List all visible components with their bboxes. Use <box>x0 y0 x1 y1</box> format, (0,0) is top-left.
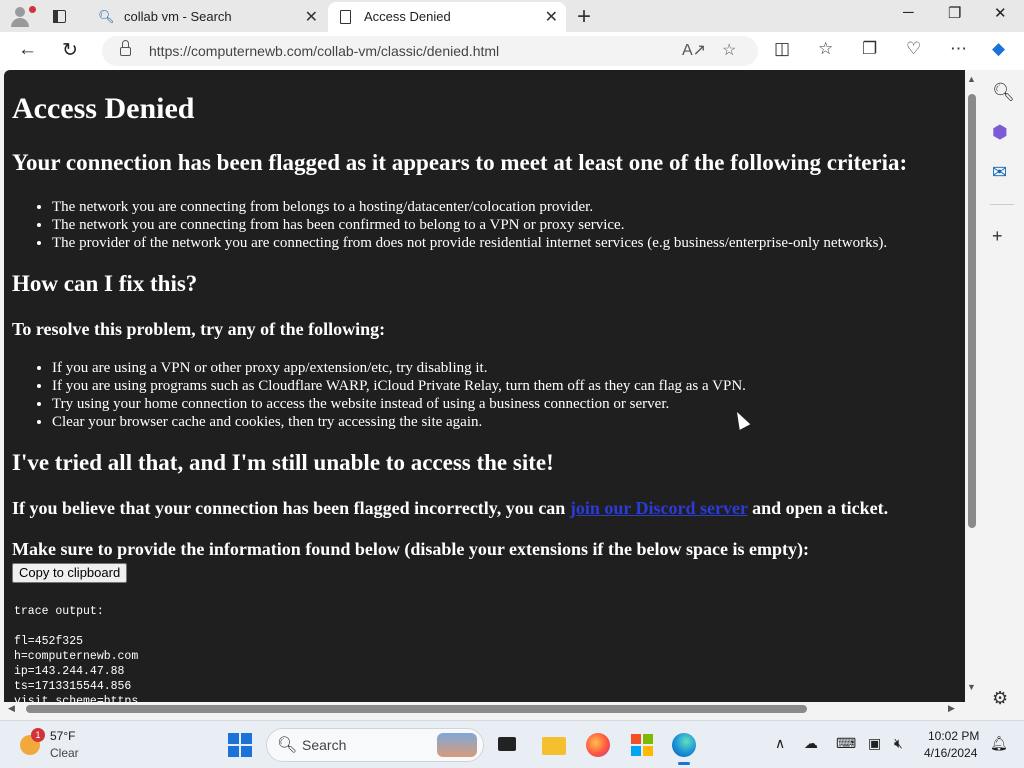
refresh-icon[interactable]: ↻ <box>62 39 78 62</box>
more-options-icon[interactable]: ⋯ <box>950 39 967 59</box>
favorite-star-icon[interactable]: ☆ <box>722 40 736 60</box>
page-icon <box>340 10 351 24</box>
edge-icon[interactable] <box>670 731 698 765</box>
sidebar-divider <box>990 204 1014 205</box>
close-window-icon[interactable]: ✕ <box>994 4 1007 22</box>
search-icon[interactable]: 🔍︎ <box>992 82 1015 103</box>
scroll-left-icon[interactable]: ◀ <box>8 703 15 714</box>
outlook-icon[interactable]: ✉ <box>992 162 1007 183</box>
clock-time[interactable]: 10:02 PM <box>928 729 979 743</box>
tab-strip: 🔍︎ collab vm - Search ✕ Access Denied ✕ … <box>0 0 1024 32</box>
clock-date[interactable]: 4/16/2024 <box>924 746 977 760</box>
copilot-icon[interactable]: ◆ <box>992 39 1005 59</box>
horizontal-scrollbar[interactable]: ◀ ▶ <box>4 702 965 716</box>
fix-heading: How can I fix this? <box>12 271 198 296</box>
list-item: If you are using a VPN or other proxy ap… <box>52 359 746 377</box>
show-hidden-icons-icon[interactable]: ∧ <box>775 735 785 752</box>
search-label: Search <box>302 737 347 753</box>
horizontal-scroll-thumb[interactable] <box>26 705 807 713</box>
flagged-heading: Your connection has been flagged as it a… <box>12 150 908 175</box>
list-item: Try using your home connection to access… <box>52 395 746 413</box>
list-item: Clear your browser cache and cookies, th… <box>52 413 746 431</box>
still-unable-heading: I've tried all that, and I'm still unabl… <box>12 450 554 475</box>
search-highlight-image <box>437 733 477 757</box>
tab-title: collab vm - Search <box>124 9 232 24</box>
notifications-bell-icon[interactable]: 🔔︎ <box>990 735 1008 752</box>
taskbar-search[interactable]: 🔍︎ Search <box>266 728 484 762</box>
address-bar[interactable]: https://computernewb.com/collab-vm/class… <box>102 36 758 66</box>
minimize-icon[interactable]: ─ <box>903 4 914 21</box>
restore-icon[interactable]: ❐ <box>948 4 961 22</box>
onedrive-icon[interactable]: ☁ <box>804 735 818 752</box>
read-aloud-icon[interactable]: A↗ <box>682 40 706 60</box>
microsoft-store-icon[interactable] <box>628 731 656 759</box>
settings-gear-icon[interactable]: ⚙ <box>992 688 1008 709</box>
windows-start-icon[interactable] <box>228 733 252 757</box>
criteria-list: The network you are connecting from belo… <box>52 198 887 252</box>
fixes-list: If you are using a VPN or other proxy ap… <box>52 359 746 431</box>
discord-link[interactable]: join our Discord server <box>570 498 748 518</box>
close-tab-icon[interactable]: ✕ <box>545 7 558 27</box>
tab-access-denied[interactable]: Access Denied ✕ <box>328 2 566 32</box>
tab-search[interactable]: 🔍︎ collab vm - Search ✕ <box>88 2 326 32</box>
close-tab-icon[interactable]: ✕ <box>305 7 318 27</box>
favorites-icon[interactable]: ☆ <box>818 39 833 59</box>
browser-essentials-icon[interactable]: ♡ <box>906 39 921 59</box>
collections-icon[interactable]: ❐ <box>862 39 877 59</box>
trace-output: trace output: fl=452f325 h=computernewb.… <box>14 605 139 702</box>
incorrect-flag-paragraph: If you believe that your connection has … <box>12 498 888 519</box>
weather-condition[interactable]: Clear <box>50 746 79 760</box>
search-icon: 🔍︎ <box>277 737 298 754</box>
lock-icon[interactable] <box>120 40 131 56</box>
tab-title: Access Denied <box>364 9 451 24</box>
split-screen-icon[interactable]: ◫ <box>774 39 790 59</box>
taskbar: 1 57°F Clear 🔍︎ Search ∧ ☁ ⌨ ▣ 🔇︎ 10:02 … <box>0 720 1024 768</box>
search-icon: 🔍︎ <box>98 9 115 24</box>
page-viewport: Access Denied Your connection has been f… <box>4 70 965 702</box>
copilot-sidebar-icon[interactable]: ⬢ <box>992 122 1008 143</box>
file-explorer-icon[interactable] <box>540 731 568 759</box>
scroll-right-icon[interactable]: ▶ <box>948 703 955 714</box>
incorrect-text-end: and open a ticket. <box>747 498 889 518</box>
weather-temperature[interactable]: 57°F <box>50 729 75 743</box>
vertical-scroll-thumb[interactable] <box>968 94 976 528</box>
provide-info-heading: Make sure to provide the information fou… <box>12 539 810 559</box>
list-item: The network you are connecting from belo… <box>52 198 887 216</box>
weather-badge: 1 <box>31 728 45 742</box>
vertical-scrollbar[interactable]: ▲ ▼ <box>965 70 979 702</box>
list-item: If you are using programs such as Cloudf… <box>52 377 746 395</box>
scroll-down-icon[interactable]: ▼ <box>967 682 976 692</box>
edge-sidebar: 🔍︎ ⬢ ✉ + ⚙ <box>980 70 1024 716</box>
network-icon[interactable]: ▣ <box>868 735 881 752</box>
copy-to-clipboard-button[interactable]: Copy to clipboard <box>12 563 128 583</box>
browser-toolbar: ← ↻ https://computernewb.com/collab-vm/c… <box>0 32 1024 70</box>
back-icon[interactable]: ← <box>18 39 37 61</box>
profile-avatar-icon[interactable] <box>8 4 36 28</box>
new-tab-icon[interactable]: + <box>577 3 591 31</box>
keyboard-icon[interactable]: ⌨ <box>836 735 856 752</box>
resolve-heading: To resolve this problem, try any of the … <box>12 319 386 339</box>
add-sidebar-icon[interactable]: + <box>992 226 1003 247</box>
address-url[interactable]: https://computernewb.com/collab-vm/class… <box>149 43 499 59</box>
incorrect-text: If you believe that your connection has … <box>12 498 570 518</box>
task-view-icon[interactable] <box>494 731 522 759</box>
page-title: Access Denied <box>12 92 195 125</box>
tab-actions-icon[interactable] <box>48 6 70 26</box>
list-item: The provider of the network you are conn… <box>52 234 887 252</box>
scroll-up-icon[interactable]: ▲ <box>967 74 976 84</box>
firefox-icon[interactable] <box>584 731 612 759</box>
list-item: The network you are connecting from has … <box>52 216 887 234</box>
volume-icon[interactable]: 🔇︎ <box>894 735 903 752</box>
